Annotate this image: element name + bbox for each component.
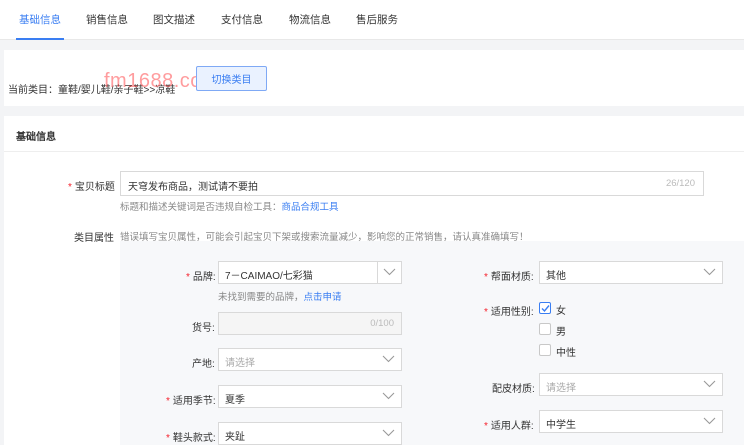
gender-neutral-label: 中性 (556, 348, 576, 359)
season-label: * 适用季节: (166, 396, 216, 407)
tab-sales-info[interactable]: 销售信息 (86, 0, 128, 40)
chevron-down-icon (377, 386, 401, 407)
origin-label: 产地: (192, 359, 215, 370)
tab-basic-info[interactable]: 基础信息 (16, 0, 64, 40)
divider (4, 151, 744, 152)
model-char-count: 0/100 (370, 318, 394, 329)
chevron-down-icon (698, 262, 722, 283)
leather-material-label: 配皮材质: (492, 384, 535, 395)
chevron-down-icon (377, 262, 401, 283)
brand-label: * 品牌: (186, 272, 216, 283)
chevron-down-icon (377, 349, 401, 370)
tab-logistics-info[interactable]: 物流信息 (289, 0, 331, 40)
gender-female-checkbox[interactable] (539, 302, 551, 314)
audience-label: * 适用人群: (484, 421, 534, 432)
category-bar: 当前类目：童鞋/婴儿鞋/亲子鞋>>凉鞋 fm1688.com 切换类目 (4, 50, 744, 106)
upper-material-select[interactable]: 其他 (539, 261, 723, 284)
title-hint: 标题和描述关键词是否违规自检工具：商品合规工具 (120, 202, 339, 213)
chevron-down-icon (698, 411, 722, 432)
gender-male-checkbox[interactable] (539, 323, 551, 335)
attributes-label: 类目属性 (74, 233, 114, 244)
switch-category-button[interactable]: 切换类目 (196, 66, 267, 91)
brand-select[interactable]: 7－CAIMAO/七彩猫 (218, 261, 402, 284)
gender-neutral-checkbox[interactable] (539, 344, 551, 356)
brand-hint: 未找到需要的品牌，点击申请 (218, 292, 342, 303)
gender-label: * 适用性别: (484, 307, 534, 318)
compliance-tool-link[interactable]: 商品合规工具 (282, 202, 339, 213)
product-title-input[interactable]: 天穹发布商品，测试请不要拍 26/120 (120, 171, 704, 196)
chevron-down-icon (377, 423, 401, 444)
season-select[interactable]: 夏季 (218, 385, 402, 408)
apply-brand-link[interactable]: 点击申请 (304, 292, 342, 303)
upper-material-label: * 帮面材质: (484, 272, 534, 283)
tab-payment-info[interactable]: 支付信息 (221, 0, 263, 40)
origin-select[interactable]: 请选择 (218, 348, 402, 371)
product-title-label: * 宝贝标题 (68, 182, 115, 193)
tab-bar: 基础信息 销售信息 图文描述 支付信息 物流信息 售后服务 (0, 0, 744, 40)
model-label: 货号: (192, 323, 215, 334)
tab-after-sales[interactable]: 售后服务 (356, 0, 398, 40)
gender-female-label: 女 (556, 306, 566, 317)
basic-info-panel: 基础信息 * 宝贝标题 天穹发布商品，测试请不要拍 26/120 标题和描述关键词… (4, 116, 744, 445)
leather-material-select[interactable]: 请选择 (539, 373, 723, 396)
title-char-count: 26/120 (665, 178, 695, 189)
model-input[interactable]: 0/100 (218, 312, 402, 335)
toe-style-label: * 鞋头款式: (166, 433, 216, 444)
current-category: 当前类目：童鞋/婴儿鞋/亲子鞋>>凉鞋 (8, 85, 176, 96)
chevron-down-icon (698, 374, 722, 395)
tab-image-description[interactable]: 图文描述 (153, 0, 195, 40)
section-title: 基础信息 (16, 132, 56, 143)
toe-style-select[interactable]: 夹趾 (218, 422, 402, 445)
gender-male-label: 男 (556, 327, 566, 338)
attributes-box: * 品牌: 7－CAIMAO/七彩猫 未找到需要的品牌，点击申请 货号: 0/10… (120, 241, 744, 445)
audience-select[interactable]: 中学生 (539, 410, 723, 433)
